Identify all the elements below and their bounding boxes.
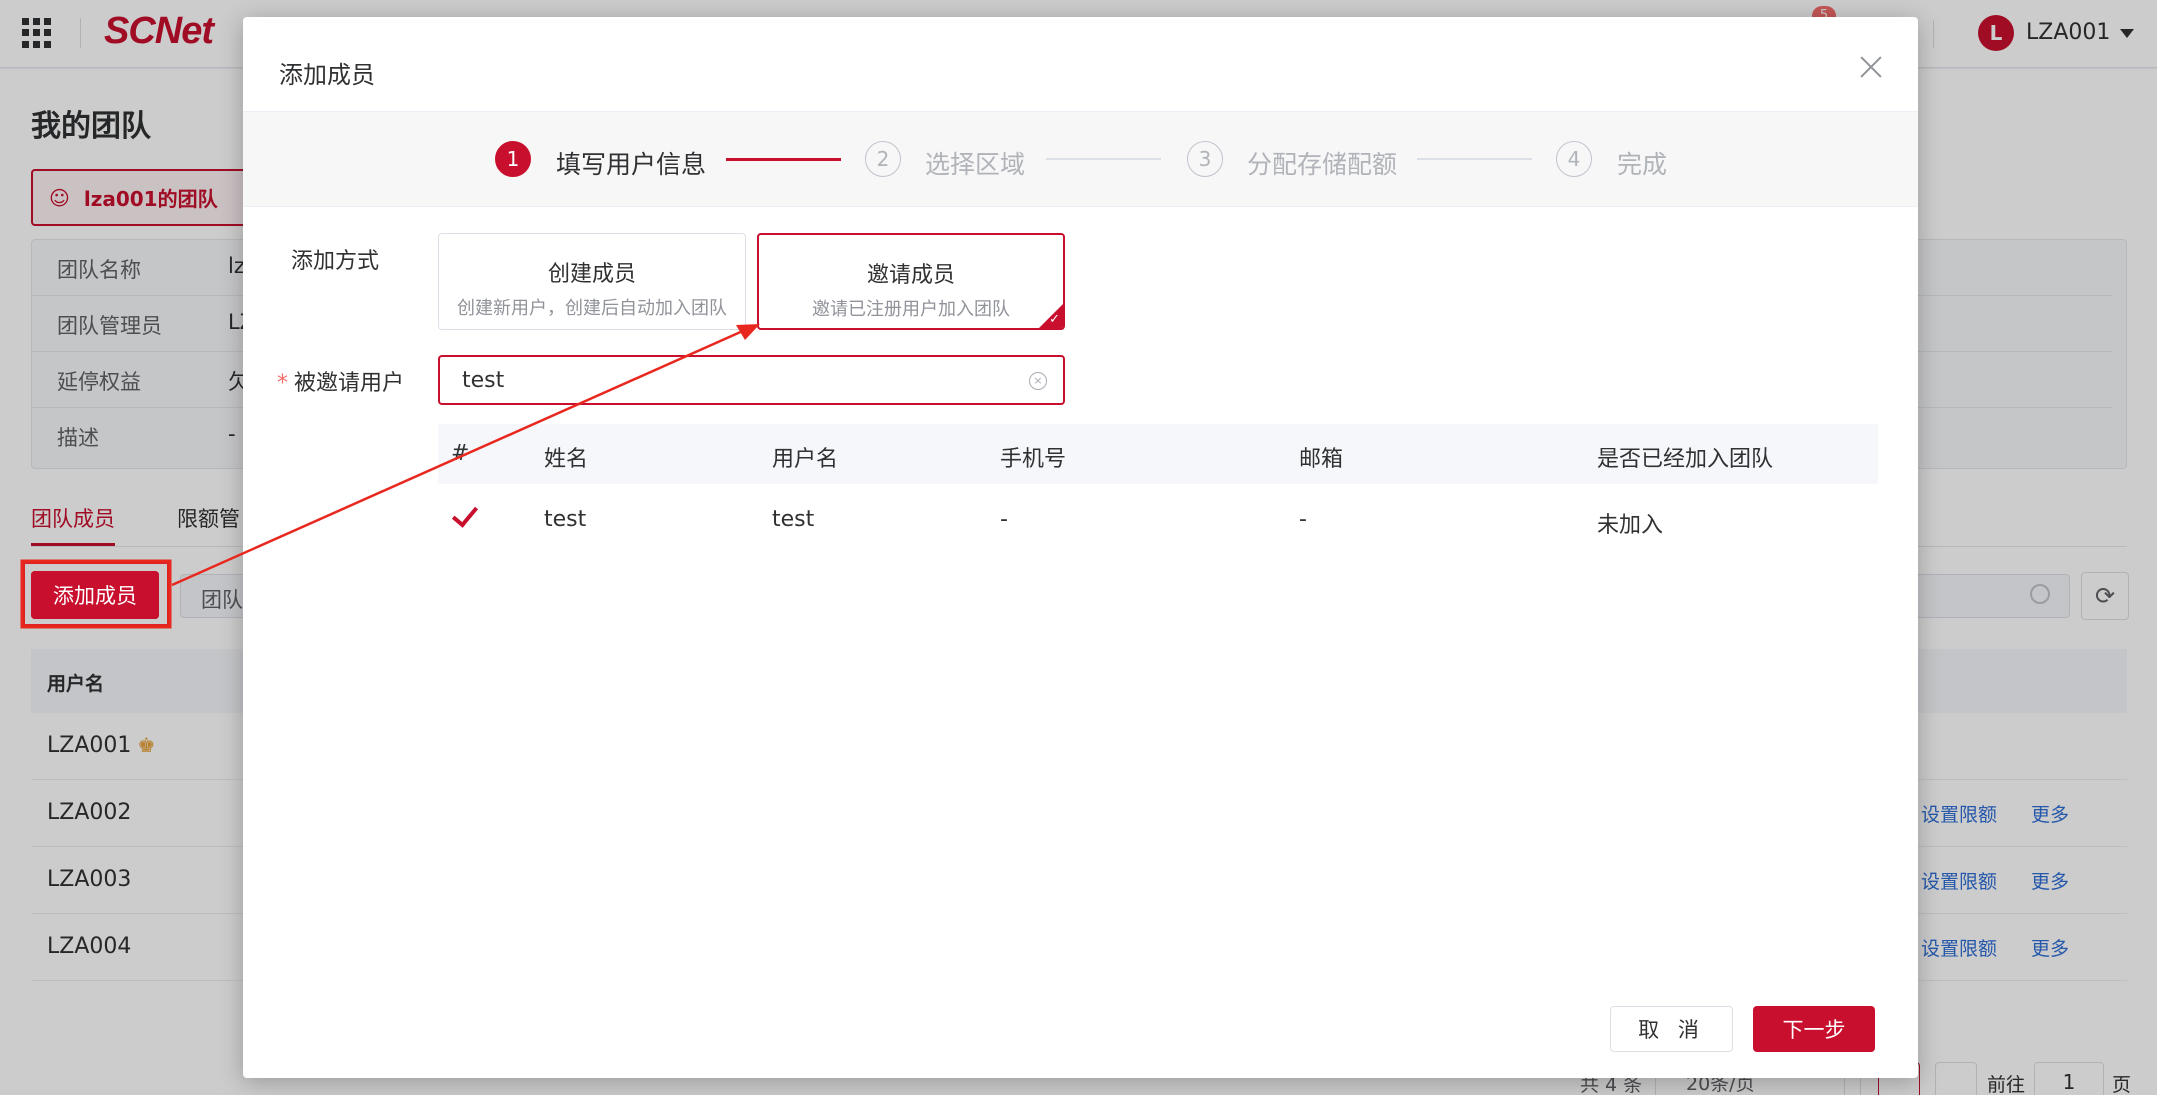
cell-email: - [1299, 507, 1307, 532]
step-2-label: 选择区域 [925, 150, 1026, 179]
column-header-username: 用户名 [772, 447, 839, 472]
step-2-number: 2 [865, 141, 901, 177]
step-1-label: 填写用户信息 [556, 150, 707, 179]
clear-icon[interactable]: × [1029, 372, 1047, 390]
step-4-label: 完成 [1617, 150, 1668, 179]
step-3-label: 分配存储配额 [1247, 150, 1398, 179]
invite-member-option[interactable]: 邀请成员 邀请已注册用户加入团队 ✓ [757, 233, 1065, 330]
column-header-email: 邮箱 [1299, 447, 1344, 472]
step-connector [726, 158, 841, 161]
check-icon: ✓ [1049, 312, 1060, 327]
step-connector [1417, 158, 1532, 160]
add-member-dialog: 添加成员 1 填写用户信息 2 选择区域 3 分配存储配额 4 完成 添加方式 … [243, 17, 1918, 1078]
result-table-header: # 姓名 用户名 手机号 邮箱 是否已经加入团队 [438, 424, 1878, 484]
step-1-number: 1 [495, 141, 531, 177]
invited-user-label: * 被邀请用户 [277, 371, 405, 396]
cell-phone: - [1000, 507, 1008, 532]
column-header-phone: 手机号 [1000, 447, 1067, 472]
cell-joined-status: 未加入 [1597, 513, 1664, 538]
cancel-button[interactable]: 取 消 [1610, 1006, 1733, 1052]
create-member-option[interactable]: 创建成员 创建新用户，创建后自动加入团队 [438, 233, 746, 330]
option-title: 邀请成员 [866, 263, 955, 288]
column-header-name: 姓名 [544, 447, 589, 472]
option-description: 创建新用户，创建后自动加入团队 [457, 298, 727, 319]
close-icon[interactable] [1857, 53, 1885, 81]
required-mark: * [277, 371, 288, 396]
column-header-joined: 是否已经加入团队 [1597, 447, 1774, 472]
dialog-title: 添加成员 [279, 61, 375, 89]
option-description: 邀请已注册用户加入团队 [812, 299, 1010, 320]
add-method-label: 添加方式 [291, 249, 380, 274]
next-step-button[interactable]: 下一步 [1753, 1006, 1875, 1052]
add-member-button-highlighted[interactable]: 添加成员 [31, 571, 159, 619]
cell-username: test [772, 507, 815, 532]
check-icon [451, 502, 477, 528]
cell-name: test [544, 507, 587, 532]
steps-bar: 1 填写用户信息 2 选择区域 3 分配存储配额 4 完成 [243, 111, 1918, 207]
column-header-index: # [451, 441, 470, 466]
table-row[interactable]: test test - - 未加入 [438, 484, 1878, 554]
option-title: 创建成员 [547, 262, 636, 287]
invited-user-input[interactable] [438, 355, 1065, 405]
step-4-number: 4 [1556, 141, 1592, 177]
step-connector [1046, 158, 1161, 160]
step-3-number: 3 [1187, 141, 1223, 177]
